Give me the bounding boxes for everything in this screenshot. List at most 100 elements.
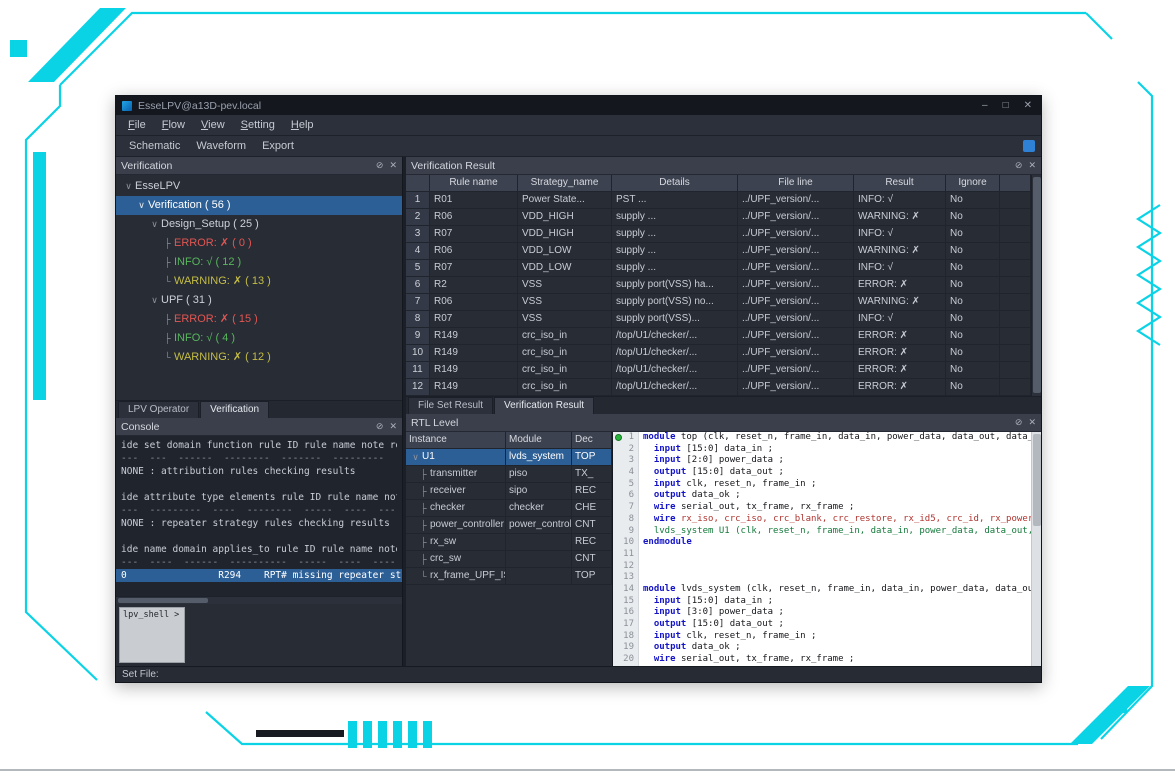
result-cell[interactable]: ../UPF_version/...: [738, 379, 854, 396]
tree-item[interactable]: ├INFO: √ ( 4 ): [116, 329, 402, 348]
result-cell[interactable]: [1000, 209, 1031, 226]
console-output[interactable]: ide set domain function rule ID rule nam…: [116, 436, 402, 596]
menu-help[interactable]: Help: [283, 115, 322, 135]
result-cell[interactable]: ../UPF_version/...: [738, 192, 854, 209]
result-cell[interactable]: No: [946, 243, 1000, 260]
result-cell[interactable]: ../UPF_version/...: [738, 226, 854, 243]
code-line[interactable]: 2 input [15:0] data_in ;: [613, 444, 1031, 456]
instance-cell[interactable]: └rx_frame_UPF_ISO: [406, 568, 506, 585]
float-panel-icon[interactable]: ⊘: [1015, 160, 1023, 171]
result-cell[interactable]: WARNING: ✗: [854, 209, 946, 226]
toolbar-schematic[interactable]: Schematic: [122, 136, 187, 156]
breakpoint-icon[interactable]: [615, 434, 622, 441]
result-cell[interactable]: /top/U1/checker/...: [612, 379, 738, 396]
tree-item[interactable]: ∨Design_Setup ( 25 ): [116, 215, 402, 234]
scrollbar-thumb[interactable]: [118, 598, 208, 603]
code-line[interactable]: 17 output [15:0] data_out ;: [613, 619, 1031, 631]
result-cell[interactable]: ERROR: ✗: [854, 345, 946, 362]
tree-item[interactable]: ├INFO: √ ( 12 ): [116, 253, 402, 272]
dec-cell[interactable]: CHE: [572, 500, 612, 517]
close-button[interactable]: ✕: [1024, 100, 1032, 111]
result-cell[interactable]: crc_iso_in: [518, 362, 612, 379]
float-panel-icon[interactable]: ⊘: [376, 421, 384, 432]
result-cell[interactable]: R06: [430, 294, 518, 311]
result-cell[interactable]: VDD_HIGH: [518, 209, 612, 226]
result-cell[interactable]: No: [946, 311, 1000, 328]
module-cell[interactable]: [506, 534, 572, 551]
result-cell[interactable]: VDD_LOW: [518, 243, 612, 260]
result-cell[interactable]: ../UPF_version/...: [738, 294, 854, 311]
row-number[interactable]: 1: [406, 192, 430, 209]
expander-icon[interactable]: ∨: [148, 215, 161, 234]
result-cell[interactable]: [1000, 226, 1031, 243]
right-tab-0[interactable]: File Set Result: [408, 397, 493, 414]
row-number[interactable]: 11: [406, 362, 430, 379]
result-cell[interactable]: No: [946, 362, 1000, 379]
console-hscrollbar[interactable]: [116, 596, 402, 604]
code-line[interactable]: 3 input [2:0] power_data ;: [613, 455, 1031, 467]
result-cell[interactable]: R2: [430, 277, 518, 294]
instance-column-header[interactable]: Dec: [572, 432, 612, 449]
result-cell[interactable]: No: [946, 294, 1000, 311]
result-cell[interactable]: R149: [430, 362, 518, 379]
code-line[interactable]: 12: [613, 561, 1031, 573]
column-header[interactable]: Strategy_name: [518, 175, 612, 192]
row-number[interactable]: 12: [406, 379, 430, 396]
code-line[interactable]: 11: [613, 549, 1031, 561]
code-line[interactable]: 6 output data_ok ;: [613, 490, 1031, 502]
result-cell[interactable]: supply ...: [612, 243, 738, 260]
tree-item[interactable]: ∨Verification ( 56 ): [116, 196, 402, 215]
result-cell[interactable]: [1000, 260, 1031, 277]
tree-item[interactable]: ├ERROR: ✗ ( 15 ): [116, 310, 402, 329]
result-cell[interactable]: supply port(VSS) ha...: [612, 277, 738, 294]
code-line[interactable]: 13: [613, 572, 1031, 584]
code-line[interactable]: 15 input [15:0] data_in ;: [613, 596, 1031, 608]
row-number[interactable]: 5: [406, 260, 430, 277]
result-cell[interactable]: ERROR: ✗: [854, 277, 946, 294]
code-line[interactable]: 19 output data_ok ;: [613, 642, 1031, 654]
result-cell[interactable]: R149: [430, 345, 518, 362]
code-editor[interactable]: 1module top (clk, reset_n, frame_in, dat…: [613, 432, 1031, 666]
result-cell[interactable]: crc_iso_in: [518, 379, 612, 396]
result-cell[interactable]: /top/U1/checker/...: [612, 362, 738, 379]
instance-column-header[interactable]: Instance: [406, 432, 506, 449]
code-line[interactable]: 4 output [15:0] data_out ;: [613, 467, 1031, 479]
result-cell[interactable]: ../UPF_version/...: [738, 277, 854, 294]
module-cell[interactable]: sipo: [506, 483, 572, 500]
instance-column-header[interactable]: Module: [506, 432, 572, 449]
result-cell[interactable]: ../UPF_version/...: [738, 328, 854, 345]
code-line[interactable]: 18 input clk, reset_n, frame_in ;: [613, 631, 1031, 643]
row-number[interactable]: 2: [406, 209, 430, 226]
module-cell[interactable]: lvds_system: [506, 449, 572, 466]
result-cell[interactable]: crc_iso_in: [518, 345, 612, 362]
result-cell[interactable]: supply ...: [612, 260, 738, 277]
instance-cell[interactable]: ├rx_sw: [406, 534, 506, 551]
scrollbar-thumb[interactable]: [1033, 434, 1041, 526]
row-number[interactable]: 8: [406, 311, 430, 328]
tree-item[interactable]: └WARNING: ✗ ( 12 ): [116, 348, 402, 367]
result-cell[interactable]: No: [946, 192, 1000, 209]
result-cell[interactable]: R07: [430, 311, 518, 328]
result-cell[interactable]: [1000, 379, 1031, 396]
result-cell[interactable]: No: [946, 226, 1000, 243]
tree-item[interactable]: ∨EsseLPV: [116, 177, 402, 196]
result-cell[interactable]: Power State...: [518, 192, 612, 209]
result-cell[interactable]: No: [946, 345, 1000, 362]
code-line[interactable]: 8 wire rx_iso, crc_iso, crc_blank, crc_r…: [613, 514, 1031, 526]
dec-cell[interactable]: TOP: [572, 449, 612, 466]
column-header[interactable]: Result: [854, 175, 946, 192]
result-cell[interactable]: No: [946, 209, 1000, 226]
dec-cell[interactable]: CNT: [572, 517, 612, 534]
dec-cell[interactable]: CNT: [572, 551, 612, 568]
dec-cell[interactable]: TX_: [572, 466, 612, 483]
right-tab-1[interactable]: Verification Result: [494, 397, 594, 414]
code-line[interactable]: 9 lvds_system U1 (clk, reset_n, frame_in…: [613, 526, 1031, 538]
result-cell[interactable]: INFO: √: [854, 260, 946, 277]
instance-cell[interactable]: ∨U1: [406, 449, 506, 466]
result-cell[interactable]: [1000, 328, 1031, 345]
result-cell[interactable]: [1000, 192, 1031, 209]
menu-view[interactable]: View: [193, 115, 233, 135]
module-cell[interactable]: checker: [506, 500, 572, 517]
result-cell[interactable]: ../UPF_version/...: [738, 345, 854, 362]
result-cell[interactable]: [1000, 345, 1031, 362]
